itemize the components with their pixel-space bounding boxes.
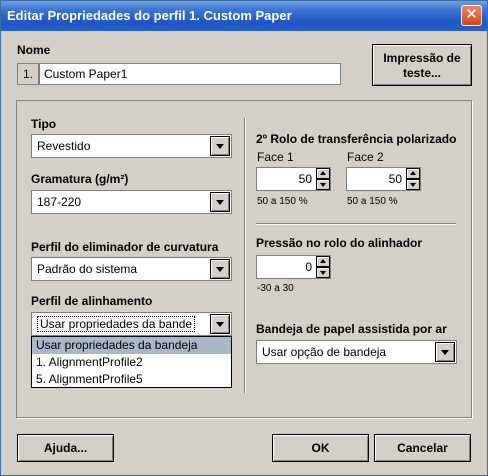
- dialog-window: Editar Propriedades do perfil 1. Custom …: [0, 0, 488, 476]
- arrow-up-icon[interactable]: [406, 168, 420, 179]
- face1-stepper[interactable]: 50: [256, 167, 331, 191]
- assisted-tray-value: Usar opção de bandeja: [262, 345, 387, 359]
- test-print-label-line2: teste...: [402, 66, 441, 80]
- close-icon: ✕: [465, 6, 478, 23]
- dropdown-option[interactable]: 1. AlignmentProfile2: [32, 354, 231, 371]
- registration-range: -30 a 30: [257, 283, 294, 294]
- arrow-down-icon[interactable]: [316, 267, 330, 278]
- type-value: Revestido: [37, 139, 91, 153]
- registration-value: 0: [305, 260, 312, 274]
- face1-range: 50 a 150 %: [257, 196, 308, 207]
- ok-button[interactable]: OK: [272, 434, 369, 462]
- alignment-select[interactable]: Usar propriedades da bande: [31, 312, 232, 336]
- test-print-button[interactable]: Impressão de teste...: [372, 44, 472, 86]
- face2-stepper[interactable]: 50: [346, 167, 421, 191]
- weight-select[interactable]: 187-220: [31, 190, 232, 214]
- weight-label: Gramatura (g/m²): [31, 172, 129, 186]
- transfer-roll-label: 2º Rolo de transferência polarizado: [256, 132, 457, 146]
- type-label: Tipo: [31, 117, 57, 131]
- chevron-down-icon[interactable]: [210, 259, 230, 279]
- dialog-title: Editar Propriedades do perfil 1. Custom …: [7, 8, 292, 23]
- chevron-down-icon[interactable]: [210, 314, 230, 334]
- cancel-button[interactable]: Cancelar: [374, 434, 471, 462]
- face2-range: 50 a 150 %: [347, 196, 398, 207]
- test-print-label-line1: Impressão de: [383, 51, 461, 65]
- help-button[interactable]: Ajuda...: [17, 434, 114, 462]
- face1-value: 50: [298, 172, 312, 186]
- assisted-tray-select[interactable]: Usar opção de bandeja: [256, 340, 457, 364]
- face1-label: Face 1: [257, 150, 294, 164]
- decurler-label: Perfil do eliminador de curvatura: [31, 240, 219, 254]
- name-input[interactable]: Custom Paper1: [39, 63, 341, 85]
- alignment-label: Perfil de alinhamento: [31, 294, 153, 308]
- arrow-up-icon[interactable]: [316, 168, 330, 179]
- name-label: Nome: [17, 43, 51, 57]
- column-divider: [244, 118, 246, 393]
- arrow-up-icon[interactable]: [316, 256, 330, 267]
- assisted-tray-label: Bandeja de papel assistida por ar: [256, 322, 447, 336]
- decurler-value: Padrão do sistema: [37, 262, 138, 276]
- dropdown-option[interactable]: Usar propriedades da bandeja: [32, 337, 231, 354]
- type-select[interactable]: Revestido: [31, 134, 232, 158]
- title-bar[interactable]: Editar Propriedades do perfil 1. Custom …: [1, 1, 487, 31]
- dropdown-option[interactable]: 5. AlignmentProfile5: [32, 371, 231, 388]
- registration-roll-label: Pressão no rolo do alinhador: [256, 236, 423, 250]
- face2-value: 50: [388, 172, 402, 186]
- section-divider: [256, 223, 456, 225]
- decurler-select[interactable]: Padrão do sistema: [31, 257, 232, 281]
- alignment-value: Usar propriedades da bande: [37, 316, 196, 332]
- weight-value: 187-220: [37, 195, 82, 209]
- close-button[interactable]: ✕: [461, 5, 482, 26]
- name-index: 1.: [17, 63, 39, 85]
- chevron-down-icon[interactable]: [435, 342, 455, 362]
- alignment-dropdown-list: Usar propriedades da bandeja 1. Alignmen…: [31, 336, 232, 388]
- face2-label: Face 2: [347, 150, 384, 164]
- chevron-down-icon[interactable]: [210, 136, 230, 156]
- registration-stepper[interactable]: 0: [256, 255, 331, 279]
- arrow-down-icon[interactable]: [316, 179, 330, 190]
- arrow-down-icon[interactable]: [406, 179, 420, 190]
- chevron-down-icon[interactable]: [210, 192, 230, 212]
